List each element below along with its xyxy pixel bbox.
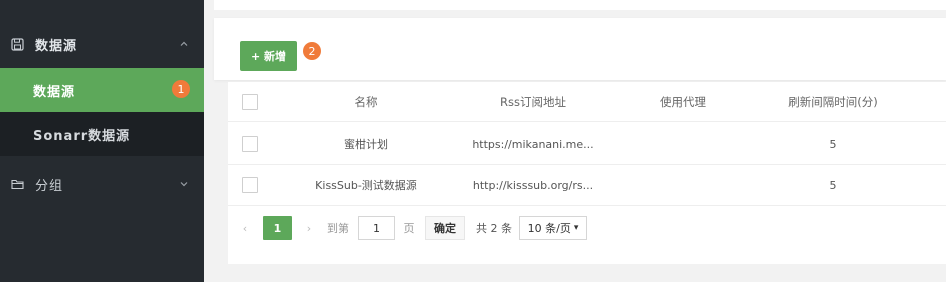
row-checkbox[interactable] (242, 177, 258, 193)
row-rss: http://kisssub.org/rs... (472, 178, 594, 192)
column-header-rss[interactable]: Rss订阅地址 (448, 82, 618, 121)
row-proxy (628, 124, 738, 164)
page-size-select[interactable]: 10 条/页 ▾ (519, 216, 587, 240)
save-icon (10, 37, 24, 51)
table-row[interactable]: 蜜柑计划 https://mikanani.me... 5 (228, 124, 946, 165)
chevron-down-icon: ▾ (573, 223, 579, 233)
row-checkbox[interactable] (242, 136, 258, 152)
row-proxy (628, 165, 738, 205)
row-name: KissSub-测试数据源 (315, 179, 417, 192)
row-select-cell (241, 165, 259, 205)
pagination: ‹ 1 › 到第 页 确定 共 2 条 10 条/页 ▾ (228, 208, 946, 248)
datasource-table: 名称 Rss订阅地址 使用代理 刷新间隔时间(分) 蜜柑计划 https://m… (228, 82, 946, 264)
page-background (214, 264, 946, 282)
sidebar-group-datasource[interactable]: 数据源 (0, 26, 204, 62)
goto-page-input[interactable] (358, 216, 395, 240)
row-rss: https://mikanani.me... (472, 137, 594, 151)
chevron-down-icon (178, 178, 190, 190)
annotation-badge: 2 (303, 42, 321, 60)
sidebar-item-sonarr-datasource[interactable]: Sonarr数据源 (0, 112, 204, 156)
row-name: 蜜柑计划 (344, 138, 388, 151)
row-interval: 5 (829, 178, 837, 192)
chevron-up-icon (178, 38, 190, 50)
next-page-button[interactable]: › (302, 216, 316, 240)
sidebar-group-label: 数据源 (35, 38, 78, 54)
column-header-interval[interactable]: 刷新间隔时间(分) (758, 82, 908, 121)
select-all-cell (241, 82, 259, 121)
folder-icon (10, 177, 24, 191)
row-select-cell (241, 124, 259, 164)
add-button[interactable]: + 新增 (240, 41, 297, 71)
table-row[interactable]: KissSub-测试数据源 http://kisssub.org/rs... 5 (228, 165, 946, 206)
column-header-name[interactable]: 名称 (286, 82, 446, 121)
annotation-badge: 1 (172, 80, 190, 98)
top-card-edge (214, 0, 946, 10)
row-interval: 5 (829, 137, 837, 151)
total-count: 共 2 条 (476, 222, 512, 235)
sidebar-group-label: 分组 (35, 178, 64, 194)
column-header-proxy[interactable]: 使用代理 (628, 82, 738, 121)
sidebar-item-label: 数据源 (33, 84, 76, 100)
toolbar-card (214, 18, 946, 80)
page-size-value: 10 条/页 (527, 222, 571, 235)
sidebar-item-label: Sonarr数据源 (33, 128, 131, 144)
sidebar: 数据源 数据源 Sonarr数据源 分组 (0, 0, 204, 282)
select-all-checkbox[interactable] (242, 93, 258, 110)
goto-label: 到第 (327, 222, 349, 235)
prev-page-button[interactable]: ‹ (238, 216, 252, 240)
goto-confirm-button[interactable]: 确定 (425, 216, 465, 240)
page-label: 页 (403, 222, 415, 235)
sidebar-group-group[interactable]: 分组 (0, 166, 204, 202)
page-number-current[interactable]: 1 (263, 216, 292, 240)
table-header-row: 名称 Rss订阅地址 使用代理 刷新间隔时间(分) (228, 82, 946, 122)
